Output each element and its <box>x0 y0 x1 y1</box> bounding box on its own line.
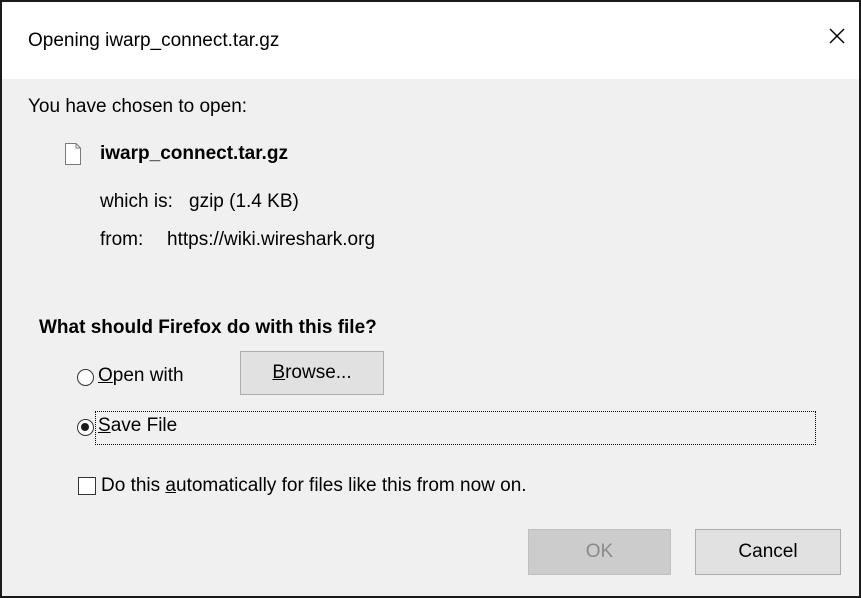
radio-selected-dot <box>81 423 89 431</box>
save-file-label[interactable]: Save File <box>98 415 177 437</box>
action-question: What should Firefox do with this file? <box>39 317 377 338</box>
auto-checkbox-label[interactable]: Do this automatically for files like thi… <box>101 475 527 497</box>
file-icon <box>65 143 81 165</box>
auto-checkbox[interactable] <box>78 477 96 495</box>
title-bar: Opening iwarp_connect.tar.gz <box>2 2 859 79</box>
ok-button[interactable]: OK <box>528 529 671 575</box>
from-label: from: <box>100 229 144 250</box>
dialog-title: Opening iwarp_connect.tar.gz <box>28 30 280 51</box>
close-button[interactable] <box>815 14 859 58</box>
download-dialog: Opening iwarp_connect.tar.gz You have ch… <box>0 0 861 598</box>
dialog-body: You have chosen to open: iwarp_connect.t… <box>2 79 859 596</box>
intro-text: You have chosen to open: <box>28 96 248 117</box>
open-with-radio[interactable] <box>77 369 94 386</box>
file-type: gzip (1.4 KB) <box>189 191 299 212</box>
cancel-button[interactable]: Cancel <box>695 529 841 575</box>
source-url: https://wiki.wireshark.org <box>167 229 376 250</box>
close-icon <box>829 28 845 44</box>
browse-button[interactable]: Browse... <box>240 351 384 395</box>
save-file-focus-rect <box>95 411 816 445</box>
which-is-label: which is: <box>100 191 173 212</box>
open-with-label[interactable]: Open with <box>98 365 184 387</box>
file-name: iwarp_connect.tar.gz <box>100 143 288 164</box>
save-file-radio[interactable] <box>77 419 94 436</box>
